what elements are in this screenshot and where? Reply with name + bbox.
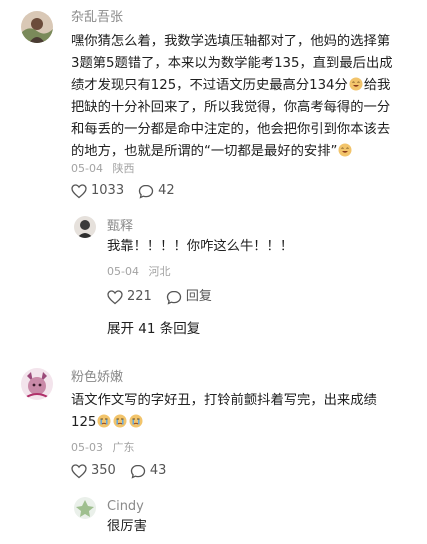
avatar[interactable] xyxy=(21,368,53,400)
comment-line: 的地方，也就是所谓的“一切都是最好的安排” xyxy=(71,141,393,163)
comment-actions: 1033 42 xyxy=(71,183,189,199)
comment-line: 嘿你猜怎么着，我数学选填压轴都对了，他妈的选择第 xyxy=(71,34,391,49)
heart-icon xyxy=(71,463,87,478)
emoji-laugh-icon xyxy=(349,77,363,91)
comment-date: 05-03 xyxy=(71,441,103,454)
comment-date: 05-04 xyxy=(71,162,103,175)
comment-line: 和每丢的一分都是命中注定的，他会把你引到你本该去 xyxy=(71,122,391,137)
comment-button[interactable]: 43 xyxy=(130,463,167,479)
comment-username[interactable]: 杂乱吾张 xyxy=(71,10,123,26)
comment-line: 语文作文写的字好丑，打铃前颤抖着写完，出来成绩 xyxy=(71,393,377,408)
comment-body: 嘿你猜怎么着，我数学选填压轴都对了，他妈的选择第 3题第5题错了，本来以为数学能… xyxy=(71,31,393,163)
comment-line: 125 xyxy=(71,412,377,434)
comment-meta: 05-03 广东 xyxy=(71,441,134,455)
emoji-cry-icon xyxy=(113,414,127,428)
expand-replies-button[interactable]: 展开 41 条回复 xyxy=(107,320,200,338)
comment-line: 绩才发现只有125，不过语文历史最高分134分 给我 xyxy=(71,77,391,93)
like-button[interactable]: 1033 xyxy=(71,183,124,199)
like-count: 350 xyxy=(91,463,116,478)
comment-location: 陕西 xyxy=(112,162,135,175)
reply-username[interactable]: 甄释 xyxy=(107,219,133,235)
emoji-cry-icon xyxy=(97,414,111,428)
reply-username[interactable]: Cindy xyxy=(107,499,144,515)
comment-icon xyxy=(166,290,181,305)
comment-meta: 05-04 陕西 xyxy=(71,162,134,176)
comment-actions: 350 43 xyxy=(71,463,180,479)
comment-icon xyxy=(130,464,145,479)
comment-username[interactable]: 粉色娇嫩 xyxy=(71,370,123,386)
comment-count: 42 xyxy=(158,183,175,198)
comment-icon xyxy=(138,184,154,199)
comment-button[interactable]: 42 xyxy=(138,183,175,199)
reply-text: 我靠！！！！你咋这么牛！！！ xyxy=(107,239,294,254)
like-count: 221 xyxy=(127,289,152,304)
reply-avatar[interactable] xyxy=(74,497,96,519)
emoji-laugh-icon xyxy=(338,143,352,157)
emoji-cry-icon xyxy=(129,414,143,428)
comment-line: 把缺的十分补回来了，所以我觉得，你高考每得的一分 xyxy=(71,100,391,115)
like-button[interactable]: 350 xyxy=(71,463,116,479)
comment-count: 43 xyxy=(149,463,167,478)
like-button[interactable]: 221 xyxy=(107,289,152,305)
heart-icon xyxy=(107,289,123,304)
reply-avatar[interactable] xyxy=(74,216,96,238)
like-count: 1033 xyxy=(91,183,125,198)
reply-meta: 05-04 河北 xyxy=(107,265,170,279)
comment-location: 广东 xyxy=(112,441,135,454)
reply-text: 很厉害 xyxy=(107,519,147,534)
comment-body: 语文作文写的字好丑，打铃前颤抖着写完，出来成绩 125 xyxy=(71,390,377,434)
reply-actions: 221 回复 xyxy=(107,289,226,305)
comment-line: 3题第5题错了，本来以为数学能考135，直到最后出成 xyxy=(71,56,393,71)
avatar[interactable] xyxy=(21,11,53,43)
reply-label: 回复 xyxy=(185,289,212,304)
heart-icon xyxy=(71,183,87,198)
reply-date: 05-04 xyxy=(107,265,139,278)
reply-button[interactable]: 回复 xyxy=(166,289,212,305)
reply-location: 河北 xyxy=(148,265,171,278)
